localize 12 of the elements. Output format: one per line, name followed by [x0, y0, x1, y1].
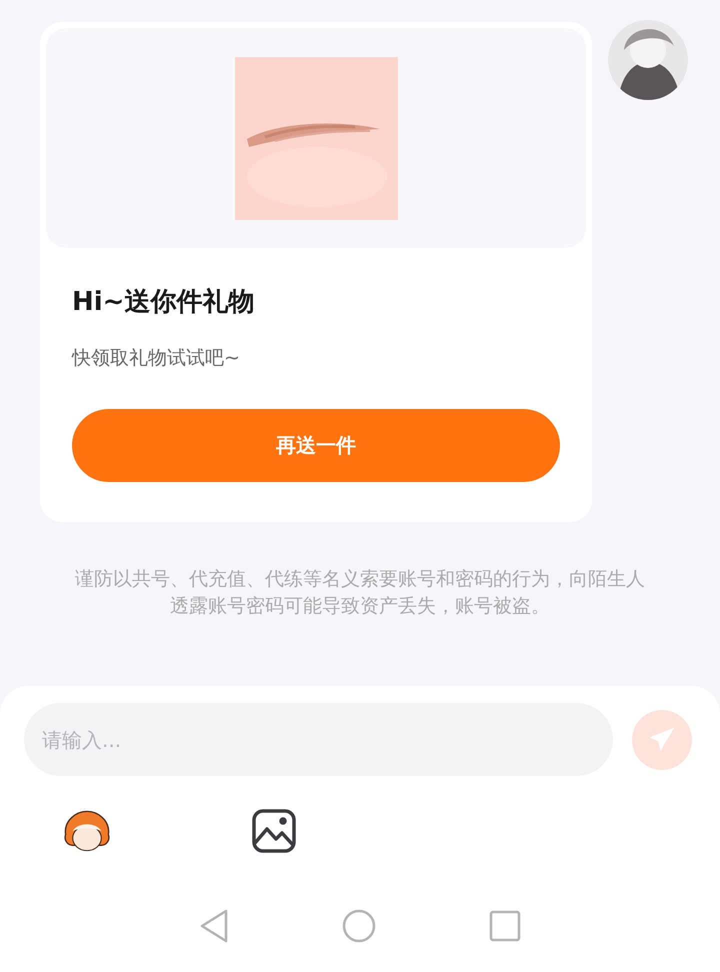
recents-icon	[489, 910, 521, 942]
card-title: Hi~送你件礼物	[72, 286, 256, 319]
send-again-button[interactable]: 再送一件	[72, 409, 560, 482]
image-icon	[252, 809, 296, 853]
security-notice: 谨防以共号、代充值、代练等名义索要账号和密码的行为，向陌生人透露账号密码可能导致资产丢失，账号被盗。	[74, 567, 646, 619]
message-input[interactable]: 请输入...	[24, 703, 613, 776]
back-icon	[199, 909, 229, 943]
back-button[interactable]	[199, 909, 229, 943]
card-subtitle: 快领取礼物试试吧~	[72, 346, 241, 371]
home-button[interactable]	[342, 909, 376, 943]
home-icon	[342, 909, 376, 943]
recents-button[interactable]	[489, 910, 521, 942]
